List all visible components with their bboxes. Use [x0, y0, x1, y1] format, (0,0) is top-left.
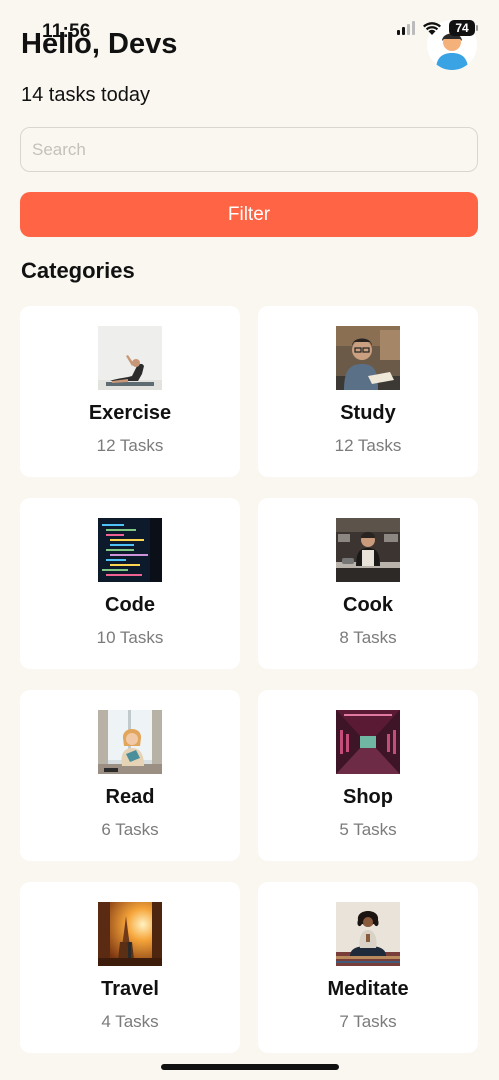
- category-card-shop[interactable]: Shop 5 Tasks: [258, 690, 478, 861]
- category-card-meditate[interactable]: Meditate 7 Tasks: [258, 882, 478, 1053]
- category-name: Code: [105, 594, 155, 616]
- temple-sunset-photo: [98, 902, 162, 966]
- category-count: 10 Tasks: [96, 628, 164, 647]
- app-screen: 11:56 74 Hello, Devs 14 tasks today Filt…: [0, 0, 499, 1080]
- status-time: 11:56: [42, 21, 91, 42]
- filter-button[interactable]: Filter: [20, 192, 478, 237]
- chef-kitchen-photo: [336, 518, 400, 582]
- category-count: 12 Tasks: [96, 436, 164, 455]
- category-card-cook[interactable]: Cook 8 Tasks: [258, 498, 478, 669]
- status-icons: 74: [397, 20, 478, 36]
- category-card-study[interactable]: Study 12 Tasks: [258, 306, 478, 477]
- yoga-stretch-photo: [98, 326, 162, 390]
- wifi-icon: [423, 21, 441, 35]
- category-name: Read: [105, 786, 155, 808]
- category-card-travel[interactable]: Travel 4 Tasks: [20, 882, 240, 1053]
- category-name: Cook: [343, 594, 393, 616]
- woman-meditating-photo: [336, 902, 400, 966]
- girl-reading-by-window-photo: [98, 710, 162, 774]
- home-indicator[interactable]: [161, 1064, 339, 1070]
- categories-heading: Categories: [21, 258, 135, 283]
- code-on-screen-photo: [98, 518, 162, 582]
- tasks-today-label: 14 tasks today: [21, 84, 150, 106]
- search-input[interactable]: [20, 127, 478, 172]
- category-name: Exercise: [88, 402, 172, 424]
- category-name: Shop: [343, 786, 393, 808]
- category-name: Meditate: [327, 978, 409, 1000]
- category-name: Travel: [101, 978, 159, 1000]
- category-count: 12 Tasks: [334, 436, 402, 455]
- category-card-exercise[interactable]: Exercise 12 Tasks: [20, 306, 240, 477]
- cellular-signal-icon: [397, 21, 415, 35]
- battery-icon: 74: [449, 20, 478, 36]
- category-card-read[interactable]: Read 6 Tasks: [20, 690, 240, 861]
- category-card-code[interactable]: Code 10 Tasks: [20, 498, 240, 669]
- category-count: 8 Tasks: [339, 628, 397, 647]
- shop-interior-photo: [336, 710, 400, 774]
- categories-grid: Exercise 12 Tasks Study 12 Tasks Code 10…: [20, 306, 479, 1053]
- man-reading-book-photo: [336, 326, 400, 390]
- category-count: 5 Tasks: [339, 820, 397, 839]
- category-count: 7 Tasks: [339, 1012, 397, 1031]
- category-name: Study: [340, 402, 396, 424]
- category-count: 6 Tasks: [101, 820, 159, 839]
- category-count: 4 Tasks: [101, 1012, 159, 1031]
